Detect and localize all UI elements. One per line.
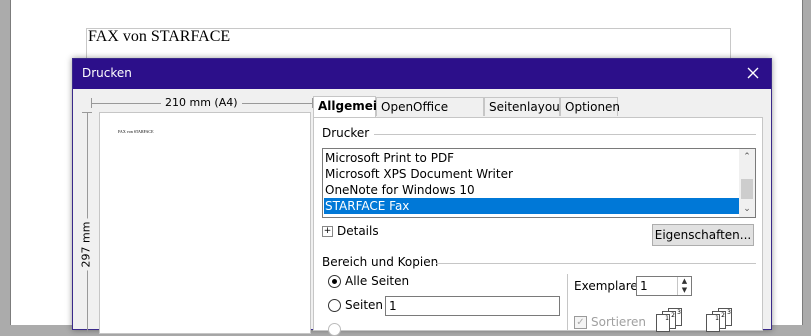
pages-radio[interactable] [328, 299, 341, 312]
preview-width-label: 210 mm (A4) [161, 96, 242, 109]
printer-item[interactable]: Microsoft Print to PDF [324, 150, 739, 166]
print-dialog: Drucken 210 mm (A4) 297 mm FAX von STARF… [72, 58, 772, 336]
close-icon [747, 67, 759, 79]
chevron-down-icon[interactable]: ⌄ [739, 201, 755, 217]
collate-pages-icon: 3 2 1 [656, 308, 694, 332]
preview-mini-text: FAX von STARFACE [118, 129, 154, 134]
all-pages-radio[interactable] [328, 275, 341, 288]
document-text: FAX von STARFACE [88, 28, 231, 45]
tab-optionen[interactable]: Optionen [560, 97, 620, 116]
copies-value: 1 [640, 279, 648, 293]
printer-item[interactable]: OneNote for Windows 10 [324, 182, 739, 198]
print-preview: FAX von STARFACE [99, 112, 311, 334]
collate-label: Sortieren [591, 315, 646, 329]
details-label[interactable]: Details [337, 224, 379, 238]
properties-button[interactable]: Eigenschaften... [652, 224, 754, 246]
printer-list[interactable]: Microsoft Print to PDF Microsoft XPS Doc… [322, 148, 756, 218]
tab-seitenlayout[interactable]: Seitenlayout [484, 97, 564, 116]
scroll-thumb[interactable] [741, 179, 753, 199]
pages-label[interactable]: Seiten [345, 298, 383, 312]
chevron-up-icon[interactable]: ⌃ [739, 149, 755, 165]
printer-item-selected[interactable]: STARFACE Fax [324, 198, 739, 214]
tab-openoffice-writer[interactable]: OpenOffice Writer [376, 97, 484, 133]
printer-section-label: Drucker [322, 126, 370, 140]
dialog-titlebar: Drucken [73, 59, 771, 89]
tab-allgemein[interactable]: Allgemein [313, 96, 386, 117]
pages-input[interactable]: 1 [385, 296, 560, 316]
range-section-label: Bereich und Kopien [322, 255, 439, 269]
collate-pages-icon: 3 2 1 [706, 308, 744, 332]
spin-up-icon[interactable]: ▲ [678, 277, 691, 286]
dialog-title: Drucken [82, 66, 132, 80]
all-pages-label[interactable]: Alle Seiten [345, 274, 409, 288]
copies-label: Exemplare [574, 279, 638, 293]
preview-width-dimension: 210 mm (A4) [91, 96, 313, 110]
plus-icon[interactable]: + [322, 226, 333, 237]
printer-list-scrollbar[interactable]: ⌃ ⌄ [739, 149, 755, 217]
preview-height-label: 297 mm [79, 218, 93, 271]
close-button[interactable] [743, 63, 763, 83]
printer-item[interactable]: Microsoft XPS Document Writer [324, 166, 739, 182]
general-panel: Drucker Microsoft Print to PDF Microsoft… [313, 117, 763, 336]
spin-down-icon[interactable]: ▼ [678, 286, 691, 295]
copies-input[interactable]: 1 ▲ ▼ [636, 276, 692, 296]
preview-height-dimension: 297 mm [79, 112, 94, 332]
collate-checkbox[interactable]: ✓ [574, 316, 587, 329]
